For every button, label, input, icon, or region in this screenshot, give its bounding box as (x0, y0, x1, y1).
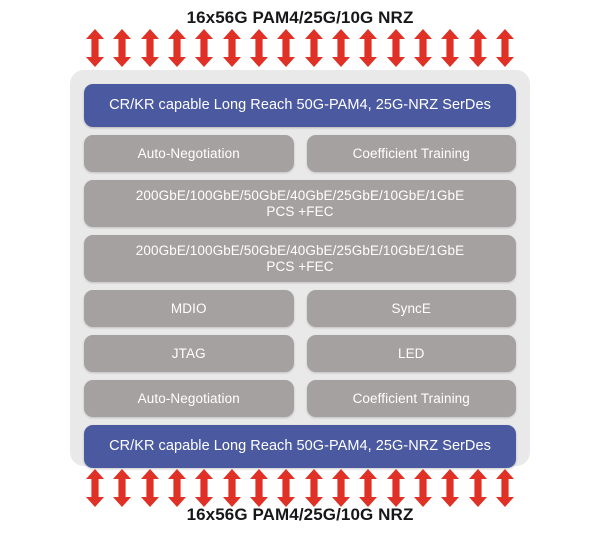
double-headed-vertical-arrow-icon (468, 469, 487, 507)
block-label: JTAG (171, 345, 206, 361)
double-headed-vertical-arrow-icon (359, 29, 378, 67)
double-headed-vertical-arrow-icon (441, 29, 460, 67)
block-cr-kr-capable-long-reach-50g-pam4-25g-nr[interactable]: CR/KR capable Long Reach 50G-PAM4, 25G-N… (84, 425, 516, 468)
double-headed-vertical-arrow-icon (331, 29, 350, 67)
double-headed-vertical-arrow-icon (140, 469, 159, 507)
double-headed-vertical-arrow-icon (495, 469, 514, 507)
double-headed-vertical-arrow-icon (277, 469, 296, 507)
block-label: MDIO (170, 300, 207, 316)
double-headed-vertical-arrow-icon (386, 469, 405, 507)
double-headed-vertical-arrow-icon (277, 29, 296, 67)
block-label: 200GbE/100GbE/50GbE/40GbE/25GbE/10GbE/1G… (136, 243, 464, 274)
block-label-line2: PCS +FEC (266, 203, 334, 219)
top-interface-caption: 16x56G PAM4/25G/10G NRZ (186, 8, 414, 27)
block-label-line1: 200GbE/100GbE/50GbE/40GbE/25GbE/10GbE/1G… (135, 187, 465, 203)
block-coefficient-training[interactable]: Coefficient Training (306, 380, 516, 417)
block-row-autoneg-coeff-bottom: Auto-Negotiation Coefficient Training (84, 380, 516, 417)
block-coefficient-training[interactable]: Coefficient Training (306, 135, 516, 172)
double-headed-vertical-arrow-icon (195, 469, 214, 507)
double-headed-vertical-arrow-icon (386, 29, 405, 67)
double-headed-vertical-arrow-icon (304, 29, 323, 67)
bottom-interface-caption: 16x56G PAM4/25G/10G NRZ (186, 505, 414, 524)
block-label: Auto-Negotiation (137, 390, 240, 406)
block-led[interactable]: LED (306, 335, 516, 372)
double-headed-vertical-arrow-icon (441, 469, 460, 507)
double-headed-vertical-arrow-icon (359, 469, 378, 507)
block-mdio[interactable]: MDIO (84, 290, 294, 327)
block-row-serdes-bottom: CR/KR capable Long Reach 50G-PAM4, 25G-N… (84, 425, 516, 468)
double-headed-vertical-arrow-icon (195, 29, 214, 67)
double-headed-vertical-arrow-icon (331, 469, 350, 507)
block-label-line2: PCS +FEC (266, 258, 334, 274)
block-label: Coefficient Training (352, 145, 470, 161)
double-headed-vertical-arrow-icon (167, 469, 186, 507)
block-label: LED (397, 345, 425, 361)
double-headed-vertical-arrow-icon (113, 29, 132, 67)
block-label: Coefficient Training (352, 390, 470, 406)
block-auto-negotiation[interactable]: Auto-Negotiation (84, 135, 294, 172)
block-cr-kr-capable-long-reach-50g-pam4-25g-nr[interactable]: CR/KR capable Long Reach 50G-PAM4, 25G-N… (84, 84, 516, 127)
block-auto-negotiation[interactable]: Auto-Negotiation (84, 380, 294, 417)
block-row-mdio-synce: MDIO SyncE (84, 290, 516, 327)
double-headed-vertical-arrow-icon (468, 29, 487, 67)
block-label: CR/KR capable Long Reach 50G-PAM4, 25G-N… (109, 97, 491, 114)
bottom-arrow-strip (86, 468, 514, 508)
block-label-line1: 200GbE/100GbE/50GbE/40GbE/25GbE/10GbE/1G… (135, 242, 465, 258)
double-headed-vertical-arrow-icon (413, 469, 432, 507)
block-label: Auto-Negotiation (137, 145, 240, 161)
double-headed-vertical-arrow-icon (249, 469, 268, 507)
double-headed-vertical-arrow-icon (304, 469, 323, 507)
block-row-pcs-fec-1: 200GbE/100GbE/50GbE/40GbE/25GbE/10GbE/1G… (84, 180, 516, 227)
double-headed-vertical-arrow-icon (222, 29, 241, 67)
double-headed-vertical-arrow-icon (222, 469, 241, 507)
double-headed-vertical-arrow-icon (249, 29, 268, 67)
block-label: SyncE (391, 300, 432, 316)
double-headed-vertical-arrow-icon (86, 469, 104, 507)
block-row-jtag-led: JTAG LED (84, 335, 516, 372)
top-arrow-strip (86, 28, 514, 68)
diagram-root: 16x56G PAM4/25G/10G NRZ CR/KR capable Lo… (0, 0, 600, 542)
block-jtag[interactable]: JTAG (84, 335, 294, 372)
block-label: CR/KR capable Long Reach 50G-PAM4, 25G-N… (109, 438, 491, 455)
double-headed-vertical-arrow-icon (113, 469, 132, 507)
block-label: 200GbE/100GbE/50GbE/40GbE/25GbE/10GbE/1G… (136, 188, 464, 219)
block-row-serdes-top: CR/KR capable Long Reach 50G-PAM4, 25G-N… (84, 84, 516, 127)
double-headed-vertical-arrow-icon (413, 29, 432, 67)
double-headed-vertical-arrow-icon (140, 29, 159, 67)
double-headed-vertical-arrow-icon (167, 29, 186, 67)
block-synce[interactable]: SyncE (306, 290, 516, 327)
block-row-pcs-fec-2: 200GbE/100GbE/50GbE/40GbE/25GbE/10GbE/1G… (84, 235, 516, 282)
double-headed-vertical-arrow-icon (86, 29, 104, 67)
block-200gbe-100gbe-50gbe-40gbe-25gbe-10gbe-1g[interactable]: 200GbE/100GbE/50GbE/40GbE/25GbE/10GbE/1G… (84, 180, 516, 227)
double-headed-vertical-arrow-icon (495, 29, 514, 67)
chip-container: CR/KR capable Long Reach 50G-PAM4, 25G-N… (70, 70, 530, 468)
block-200gbe-100gbe-50gbe-40gbe-25gbe-10gbe-1g[interactable]: 200GbE/100GbE/50GbE/40GbE/25GbE/10GbE/1G… (84, 235, 516, 282)
block-row-autoneg-coeff-top: Auto-Negotiation Coefficient Training (84, 135, 516, 172)
